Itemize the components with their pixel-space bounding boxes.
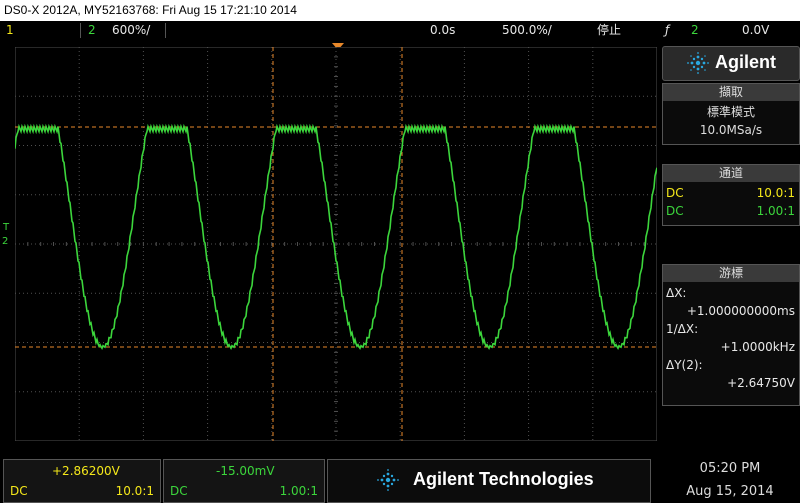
acquire-rate: 10.0MSa/s <box>699 123 763 137</box>
time-scale: 500.0%/ <box>502 23 552 37</box>
trigger-level-marker[interactable]: T <box>3 222 9 233</box>
ch2-bottom-coupling: DC <box>170 484 188 498</box>
logo-text: Agilent <box>715 52 776 72</box>
top-status-bar: 1 2 600%/ 0.0s 500.0%/ 停止 ƒ 2 0.0V <box>0 21 800 50</box>
dy-value: +2.64750V <box>727 376 795 390</box>
waveform-display[interactable] <box>15 47 657 441</box>
trigger-icon: ƒ <box>665 23 670 37</box>
ch1-bottom-probe: 10.0:1 <box>115 484 154 498</box>
channel-panel[interactable]: 通道 DC 10.0:1 DC 1.00:1 <box>662 164 800 226</box>
ch1-probe: 10.0:1 <box>756 186 795 200</box>
trigger-source: 2 <box>691 23 699 37</box>
cursor-panel[interactable]: 游標 ΔX: +1.000000000ms 1/ΔX: +1.0000kHz Δ… <box>662 264 800 406</box>
ch1-coupling: DC <box>666 186 684 200</box>
ch1-offset: +2.86200V <box>52 464 120 478</box>
agilent-spark-icon <box>377 469 399 491</box>
ch2-ground-marker[interactable]: 2 <box>2 236 8 247</box>
title-text: DS0-X 2012A, MY52163768: Fri Aug 15 17:2… <box>4 3 297 17</box>
clock-date: Aug 15, 2014 <box>686 484 774 499</box>
channel-row-1: DC 10.0:1 <box>663 184 799 202</box>
run-state[interactable]: 停止 <box>597 21 621 40</box>
dx-label: ΔX: <box>666 286 687 300</box>
clock-time: 05:20 PM <box>699 461 761 476</box>
ch2-bottom-probe: 1.00:1 <box>279 484 318 498</box>
ch2-offset: -15.00mV <box>216 464 275 478</box>
channel-header: 通道 <box>663 165 799 182</box>
dy-label: ΔY(2): <box>666 358 703 372</box>
ch1-indicator[interactable]: 1 <box>6 21 14 40</box>
ch2-scale: 600%/ <box>112 23 151 37</box>
title-bar: DS0-X 2012A, MY52163768: Fri Aug 15 17:2… <box>0 0 800 21</box>
agilent-spark-icon <box>687 52 709 74</box>
trigger-level: 0.0V <box>742 23 770 37</box>
channel-row-2: DC 1.00:1 <box>663 202 799 220</box>
acquire-panel[interactable]: 擷取 標準模式 10.0MSa/s <box>662 83 800 145</box>
ch1-bottom-coupling: DC <box>10 484 28 498</box>
acquire-mode: 標準模式 <box>706 105 755 119</box>
brand-text: Agilent Technologies <box>413 469 594 489</box>
inv-dx-label: 1/ΔX: <box>666 322 699 336</box>
ch2-indicator[interactable]: 2 <box>88 21 96 40</box>
ch1-bottom-box[interactable]: +2.86200V DC 10.0:1 <box>3 459 161 503</box>
ch2-bottom-box[interactable]: -15.00mV DC 1.00:1 <box>163 459 325 503</box>
inv-dx-value: +1.0000kHz <box>720 340 795 354</box>
agilent-logo: Agilent <box>662 46 800 81</box>
ch2-coupling: DC <box>666 204 684 218</box>
time-delay: 0.0s <box>430 23 456 37</box>
ch2-probe: 1.00:1 <box>756 204 795 218</box>
dx-value: +1.000000000ms <box>686 304 795 318</box>
cursor-header: 游標 <box>663 265 799 282</box>
acquire-header: 擷取 <box>663 84 799 101</box>
